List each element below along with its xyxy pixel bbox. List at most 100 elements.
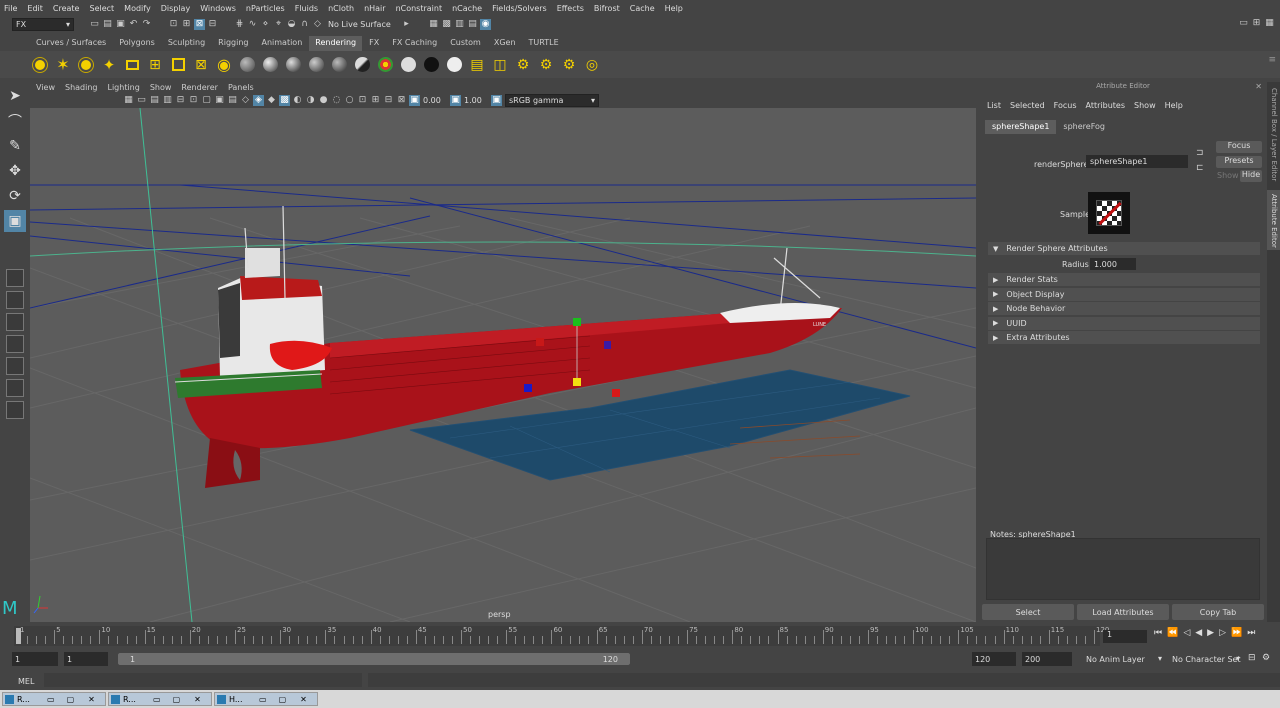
open-scene-icon[interactable]: ▤ <box>102 19 113 30</box>
auto-key-icon[interactable]: ⊟ <box>1248 653 1256 663</box>
script-language-label[interactable]: MEL <box>18 677 34 686</box>
camera-attr-icon[interactable]: ▭ <box>136 95 147 106</box>
close-icon[interactable]: ✕ <box>1255 82 1262 91</box>
spot-light-icon[interactable]: ✦ <box>99 55 119 75</box>
transfer-maps-icon[interactable]: ⚙ <box>536 55 556 75</box>
wireframe-icon[interactable]: ◇ <box>240 95 251 106</box>
select-component-icon[interactable]: ⊠ <box>194 18 205 30</box>
shade-wireframe-icon[interactable]: ◆ <box>266 95 277 106</box>
area-light-icon[interactable] <box>122 55 142 75</box>
ipr-render-icon[interactable]: ▥ <box>454 19 465 30</box>
attr-menu-focus[interactable]: Focus <box>1054 101 1077 110</box>
go-to-start-icon[interactable]: ⏮ <box>1154 628 1162 638</box>
node-tab-sphereshape1[interactable]: sphereShape1 <box>985 120 1057 134</box>
shelf-tab-custom[interactable]: Custom <box>444 36 487 51</box>
render-white-sphere-icon[interactable] <box>444 55 464 75</box>
menu-ncache[interactable]: nCache <box>452 4 482 13</box>
render-camera-icon[interactable] <box>168 55 188 75</box>
bake-icon[interactable]: ⚙ <box>513 55 533 75</box>
viewport-menu-show[interactable]: Show <box>150 83 172 92</box>
menu-cache[interactable]: Cache <box>630 4 655 13</box>
select-object-icon[interactable]: ⊞ <box>181 19 192 30</box>
gamma-icon[interactable]: ▣ <box>450 94 461 106</box>
show-button[interactable]: Show <box>1217 171 1239 180</box>
volume-light-icon[interactable]: ⊞ <box>145 55 165 75</box>
safe-action-icon[interactable]: ▤ <box>227 95 238 106</box>
batch-render-icon[interactable]: ⚙ <box>559 55 579 75</box>
node-name-field[interactable]: sphereShape1 <box>1086 155 1188 168</box>
floating-window-task[interactable]: R... ▭ ▢ ✕ <box>2 692 106 706</box>
move-tool-icon[interactable]: ✥ <box>4 160 26 182</box>
menu-fields-solvers[interactable]: Fields/Solvers <box>492 4 547 13</box>
section-render-sphere-attributes[interactable]: ▼ Render Sphere Attributes <box>988 242 1260 255</box>
restore-icon[interactable]: ▢ <box>67 695 75 704</box>
view-transform-dropdown[interactable]: sRGB gamma ▾ <box>505 93 599 107</box>
assign-material-icon[interactable]: ◫ <box>490 55 510 75</box>
range-slider[interactable]: 1 120 <box>118 653 630 665</box>
menu-file[interactable]: File <box>4 4 17 13</box>
xray-joints-icon[interactable]: ⊟ <box>383 95 394 106</box>
anim-end-field[interactable]: 200 <box>1022 652 1072 666</box>
lights-icon[interactable]: ◐ <box>292 95 303 106</box>
layout-stacked-icon[interactable] <box>6 335 24 353</box>
menu-effects[interactable]: Effects <box>557 4 584 13</box>
point-light-icon[interactable] <box>76 55 96 75</box>
ramp-sphere-icon[interactable] <box>329 55 349 75</box>
notes-textarea[interactable] <box>986 538 1260 600</box>
film-gate-icon[interactable]: ▢ <box>201 95 212 106</box>
section-uuid[interactable]: ▶ UUID <box>988 316 1260 330</box>
undo-icon[interactable]: ↶ <box>128 19 139 30</box>
restore-icon[interactable]: ▢ <box>173 695 181 704</box>
isolate-select-icon[interactable]: ⊡ <box>357 95 368 106</box>
two-d-pan-icon[interactable]: ⊟ <box>175 95 186 106</box>
render-view-icon[interactable]: ▦ <box>428 19 439 30</box>
ipr-icon[interactable]: ◉ <box>214 55 234 75</box>
layout-side-by-side-icon[interactable] <box>6 313 24 331</box>
step-back-key-icon[interactable]: ⏪ <box>1167 628 1178 638</box>
layout-single-icon[interactable] <box>6 269 24 287</box>
floating-window-task[interactable]: H... ▭ ▢ ✕ <box>214 692 318 706</box>
close-icon[interactable]: ✕ <box>88 695 95 704</box>
anim-start-field[interactable]: 1 <box>12 652 58 666</box>
floating-window-task[interactable]: R... ▭ ▢ ✕ <box>108 692 212 706</box>
step-forward-key-icon[interactable]: ⏩ <box>1231 628 1242 638</box>
snap-view-icon[interactable]: ⌖ <box>273 19 284 30</box>
exposure-value[interactable]: 0.00 <box>423 96 449 105</box>
blinn-sphere-icon[interactable] <box>260 55 280 75</box>
attr-menu-show[interactable]: Show <box>1134 101 1156 110</box>
close-icon[interactable]: ✕ <box>194 695 201 704</box>
shelf-tab-fx[interactable]: FX <box>363 36 385 51</box>
step-back-frame-icon[interactable]: ◁ <box>1183 628 1190 638</box>
xray-components-icon[interactable]: ⊠ <box>396 95 407 106</box>
menu-ncloth[interactable]: nCloth <box>328 4 354 13</box>
xray-icon[interactable]: ⊞ <box>370 95 381 106</box>
menu-nhair[interactable]: nHair <box>364 4 386 13</box>
layout-graph-icon[interactable] <box>6 379 24 397</box>
playback-start-field[interactable]: 1 <box>64 652 108 666</box>
grid-toggle-icon[interactable]: ▦ <box>123 95 134 106</box>
menu-edit[interactable]: Edit <box>27 4 43 13</box>
attr-menu-list[interactable]: List <box>987 101 1001 110</box>
shelf-tab-curves-surfaces[interactable]: Curves / Surfaces <box>30 36 112 51</box>
surface-shader-icon[interactable] <box>352 55 372 75</box>
menu-fluids[interactable]: Fluids <box>295 4 318 13</box>
render-frame-icon[interactable]: ▩ <box>441 19 452 30</box>
input-connection-icon[interactable]: ⊐ <box>1196 148 1204 158</box>
create-node-icon[interactable]: ▤ <box>467 55 487 75</box>
time-ticks[interactable]: 1 5 10 15 20 25 30 35 40 45 50 55 60 65 70 75 80 85 90 95 10… <box>14 626 1109 646</box>
shelf-tab-xgen[interactable]: XGen <box>488 36 522 51</box>
menu-set-dropdown[interactable]: FX ▾ <box>12 17 74 31</box>
viewport-menu-lighting[interactable]: Lighting <box>107 83 139 92</box>
render-region-icon[interactable]: ⊠ <box>191 55 211 75</box>
scale-tool-icon[interactable]: ▣ <box>4 210 26 232</box>
black-sphere-icon[interactable] <box>421 55 441 75</box>
viewport-menu-view[interactable]: View <box>36 83 55 92</box>
go-to-end-icon[interactable]: ⏭ <box>1247 628 1255 638</box>
shelf-tab-rigging[interactable]: Rigging <box>212 36 254 51</box>
textured-icon[interactable]: ▩ <box>279 94 290 106</box>
layout-four-pane-icon[interactable] <box>6 291 24 309</box>
shelf-tab-polygons[interactable]: Polygons <box>113 36 161 51</box>
layout-grid-icon[interactable]: ▦ <box>1264 17 1275 28</box>
layout-four-icon[interactable]: ⊞ <box>1251 17 1262 28</box>
snap-surface-icon[interactable]: ◒ <box>286 19 297 30</box>
